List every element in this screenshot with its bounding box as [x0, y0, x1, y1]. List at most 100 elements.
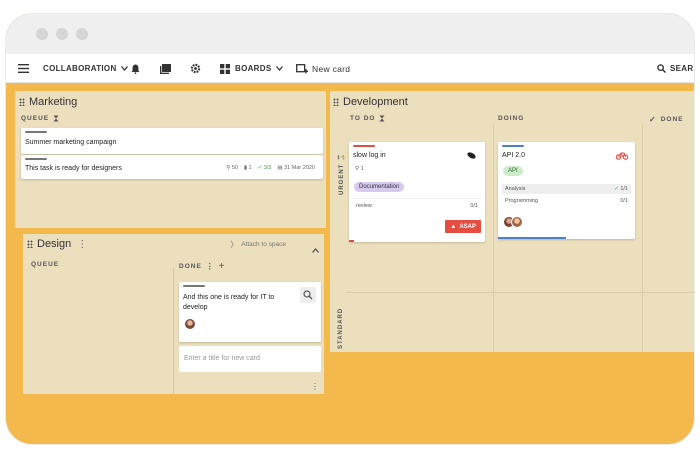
- drag-handle-icon[interactable]: [333, 98, 339, 106]
- workspace-selector[interactable]: COLLABORATION: [43, 54, 128, 83]
- avatar[interactable]: [511, 216, 523, 228]
- add-card-icon[interactable]: +: [219, 261, 226, 272]
- warning-icon: ▲: [450, 223, 457, 230]
- todo-label: TO DO: [350, 115, 376, 122]
- subtask-review[interactable]: review 0/1: [353, 201, 481, 211]
- doing-label: DOING: [498, 115, 525, 122]
- marketing-queue-header: QUEUE: [21, 115, 59, 122]
- window-dot-maximize[interactable]: [76, 28, 88, 40]
- card-color-bar: [25, 158, 47, 160]
- new-card-title-input[interactable]: Enter a title for new card: [179, 346, 321, 372]
- new-card-placeholder: Enter a title for new card: [184, 355, 260, 362]
- window-dot-close[interactable]: [36, 28, 48, 40]
- due-date: ▤ 31 Mar 2020: [277, 165, 315, 171]
- subtask-value: 0/1: [620, 198, 628, 204]
- marketing-header: Marketing: [19, 96, 77, 108]
- story-points: ⚲ 50: [226, 165, 238, 171]
- drag-handle-icon[interactable]: [19, 98, 25, 106]
- development-title: Development: [343, 96, 408, 108]
- tag-documentation[interactable]: Documentation: [354, 182, 405, 192]
- column-divider: [173, 268, 174, 394]
- search-label: SEAR: [670, 64, 694, 73]
- card-title-line-2: develop: [183, 304, 208, 311]
- card-title: This task is ready for designers: [25, 165, 122, 172]
- subtask-value: 0/1: [470, 203, 478, 209]
- done-label: DONE: [179, 263, 202, 270]
- card-color-bar: [502, 145, 524, 147]
- todo-column-header: TO DO: [350, 115, 385, 122]
- drag-handle-icon[interactable]: [27, 240, 33, 248]
- lane-label-standard: STANDARD: [338, 308, 344, 349]
- column-divider: [642, 125, 643, 352]
- design-header: Design ⋮: [27, 238, 87, 250]
- marketing-title: Marketing: [29, 96, 78, 108]
- new-card-icon: [296, 63, 308, 73]
- search-button[interactable]: SEAR: [657, 54, 693, 83]
- points: ⚲ 1: [355, 166, 364, 172]
- card-ready-for-it[interactable]: And this one is ready for IT to develop: [179, 282, 321, 342]
- boards-label: BOARDS: [235, 64, 272, 73]
- subtask-value: 1/1: [620, 186, 628, 192]
- comments-count: 1: [248, 165, 252, 171]
- chevron-down-icon: [120, 66, 128, 71]
- card-title: Summer marketing campaign: [25, 139, 117, 146]
- doing-column-header: DOING: [498, 115, 524, 122]
- card-type-icon: [300, 287, 316, 303]
- attach-icon: 〉: [230, 240, 239, 249]
- hourglass-icon: [379, 115, 385, 122]
- card-divider: [353, 198, 481, 199]
- comments: ▮ 1: [243, 165, 252, 171]
- tag-api[interactable]: API: [503, 166, 523, 176]
- card-title: And this one is ready for IT to develop: [183, 293, 274, 313]
- browser-chrome: [6, 14, 694, 54]
- new-card-label: New card: [312, 63, 351, 74]
- card-color-bar: [353, 145, 375, 147]
- window-dot-minimize[interactable]: [56, 28, 68, 40]
- card-title: API 2.0: [502, 152, 525, 159]
- card-ready-for-designers[interactable]: This task is ready for designers ⚲ 50 ▮ …: [21, 155, 323, 179]
- card-summer-marketing[interactable]: Summer marketing campaign: [21, 128, 323, 154]
- card-meta: ⚲ 50 ▮ 1 ✓ 3/3 ▤ 31 Mar 2020: [226, 165, 315, 171]
- queue-label: QUEUE: [21, 115, 50, 122]
- due-date-value: 31 Mar 2020: [284, 165, 315, 171]
- collapse-chevron-icon[interactable]: [312, 240, 319, 258]
- progress-bar: [349, 240, 354, 242]
- asap-label: ASAP: [459, 223, 476, 230]
- card-title-line-1: And this one is ready for IT to: [183, 294, 275, 301]
- card-title: slow log in: [353, 152, 386, 159]
- queue-label: QUEUE: [31, 261, 60, 268]
- subtask-programming[interactable]: Programming 0/1: [502, 196, 631, 206]
- settings-gear-icon[interactable]: [190, 54, 201, 83]
- search-icon: [657, 64, 666, 73]
- card-slow-log-in[interactable]: slow log in ⚲ 1 Documentation review 0/1…: [349, 142, 485, 242]
- subtask-label: review: [356, 203, 372, 209]
- card-api-2[interactable]: API 2.0 API Analysis ✓ 1/1 Programming 0…: [498, 142, 635, 239]
- column-divider: [493, 125, 494, 352]
- marketing-board: Marketing QUEUE Summer marketing campaig…: [15, 91, 326, 228]
- boards-selector[interactable]: BOARDS: [220, 54, 284, 83]
- design-done-header: DONE ⋮ +: [179, 261, 226, 272]
- checklist: ✓ 3/3: [257, 165, 272, 171]
- lane-label-urgent: URGENT ⌛: [339, 152, 345, 195]
- browser-window: COLLABORATION BOARDS New card SEAR Marke…: [6, 14, 694, 444]
- chevron-down-icon: [276, 66, 284, 71]
- attach-to-space-button[interactable]: 〉 Attach to space: [230, 239, 286, 250]
- avatar[interactable]: [184, 318, 196, 330]
- done-column-header: ✓ DONE: [649, 115, 683, 124]
- bell-icon[interactable]: [131, 54, 140, 83]
- more-vert-icon[interactable]: ⋮: [311, 382, 319, 391]
- subtask-status: ✓ 1/1: [614, 186, 628, 192]
- urgent-label: URGENT: [339, 163, 345, 195]
- more-vert-icon[interactable]: ⋮: [206, 262, 215, 271]
- app-toolbar: COLLABORATION BOARDS New card SEAR: [6, 54, 694, 83]
- menu-icon[interactable]: [18, 54, 29, 83]
- gallery-icon[interactable]: [160, 54, 171, 83]
- more-vert-icon[interactable]: ⋮: [77, 239, 87, 250]
- card-color-bar: [25, 131, 47, 133]
- development-header: Development: [333, 96, 408, 108]
- bike-icon: [616, 152, 628, 160]
- new-card-button[interactable]: New card: [296, 54, 350, 83]
- card-color-bar: [183, 285, 205, 287]
- asap-badge[interactable]: ▲ ASAP: [445, 220, 481, 233]
- subtask-analysis[interactable]: Analysis ✓ 1/1: [502, 184, 631, 194]
